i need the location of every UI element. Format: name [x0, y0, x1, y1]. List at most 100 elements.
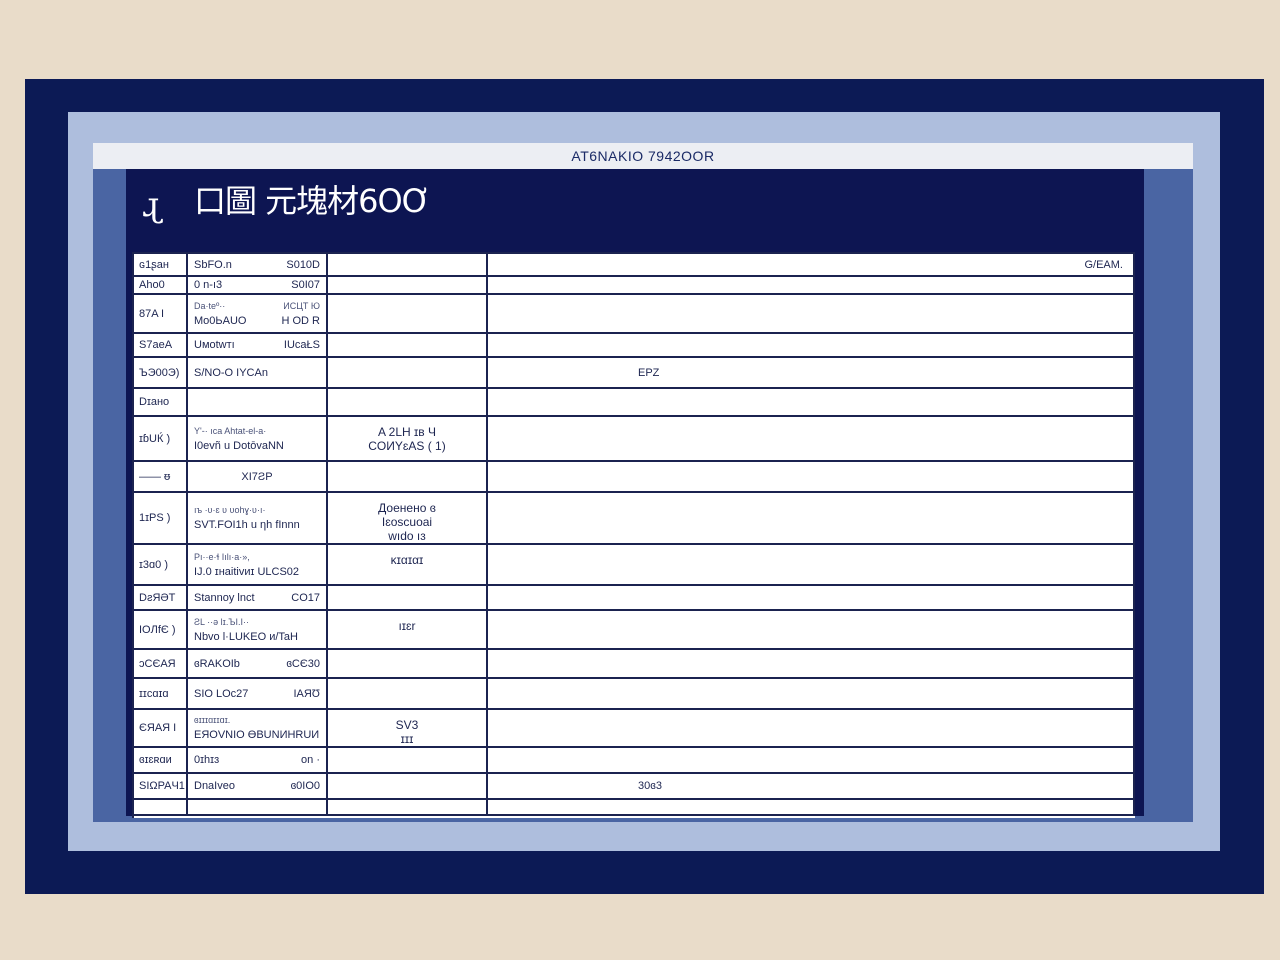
row-detail-caption: Da·teº··	[194, 300, 226, 311]
row-detail: ƧL ··ə lɪ.ЪI.I·· Nbvo l·LUKEO ᴎ/TaH	[188, 611, 328, 648]
row-detail: ɞɪɪɪɑɪɪɑɪ. ЕЯOVNIO ƟBUNИHRUИ	[188, 710, 328, 746]
row-detail-text: I0evñ u DotōvaNN	[194, 439, 284, 452]
table-row[interactable]: S7aeA Uмotwтı IUcaŁS	[134, 334, 1135, 358]
row-label: ɪ3ɑ0 )	[134, 545, 188, 584]
row-value	[488, 389, 1135, 415]
row-note	[328, 334, 488, 356]
table-row[interactable]: ɪɪcɑɪɑ SIO LOc27 IAЯƱ	[134, 679, 1135, 710]
table-row[interactable]: ɞɪɛʀɑи 0ɪhɪɜ on ·	[134, 748, 1135, 774]
row-value	[488, 417, 1135, 460]
table-row[interactable]: SIΩPAЧ1 DnaIveo ɞ0IO0 30ɞ3	[134, 774, 1135, 800]
row-detail-caption: Y'-· ıca Ahtat-el-a·	[194, 425, 267, 436]
row-detail-text: Nbvo l·LUKEO ᴎ/TaH	[194, 630, 298, 643]
row-value	[488, 679, 1135, 708]
row-value: 30ɞ3	[488, 774, 1135, 798]
row-detail-text: 0 n-ı3	[194, 279, 223, 291]
row-detail-value: S010D	[286, 258, 320, 271]
table-row[interactable]: —— ᵿ XI7ƧP	[134, 462, 1135, 493]
row-value	[488, 334, 1135, 356]
row-label: Dɪaнo	[134, 389, 188, 415]
table-row[interactable]: ɔCЄAЯ ɞRAKOIb ɞCЄ30	[134, 650, 1135, 679]
row-detail-text: 0ɪhɪɜ	[194, 754, 220, 766]
table-row[interactable]: ЄЯAЯ I ɞɪɪɪɑɪɪɑɪ. ЕЯOVNIO ƟBUNИHRUИ SV3 ɪɪɪ	[134, 710, 1135, 748]
row-note	[328, 774, 488, 798]
row-value	[488, 710, 1135, 746]
row-note: A 2LH ɪв Ч COИYɛAS ( 1)	[328, 417, 488, 460]
table-row[interactable]: ɪ3ɑ0 ) Pı··e·ɬ Iılı·a·», IJ.0 ɪнaitivиɪ U…	[134, 545, 1135, 586]
row-detail-value: on ·	[301, 754, 320, 766]
row-detail: XI7ƧP	[188, 462, 328, 491]
table-row[interactable]: ɪɓUЌ ) Y'-· ıca Ahtat-el-a· I0evñ u Dotōva…	[134, 417, 1135, 462]
row-detail: ıъ ·ʋ·ɛ ʋ ʋоhɣ·ʋ·ı· SVT.FOI1h u ƞh fInnn	[188, 493, 328, 543]
window-title: AT6NAKIO 7942OOR	[571, 148, 715, 164]
row-detail: Y'-· ıca Ahtat-el-a· I0evñ u DotōvaNN	[188, 417, 328, 460]
table-row[interactable]	[134, 800, 1135, 816]
row-detail	[188, 800, 328, 814]
table-row[interactable]: Aho0 0 n-ı3 S0I07	[134, 277, 1135, 295]
row-detail	[188, 389, 328, 415]
row-label: Aho0	[134, 277, 188, 293]
row-detail-text: ЕЯOVNIO ƟBUNИHRUИ	[194, 729, 320, 741]
row-note	[328, 586, 488, 609]
row-detail-value: S0I07	[291, 279, 320, 291]
row-detail-text: Uмotwтı	[194, 339, 235, 351]
row-detail: Pı··e·ɬ Iılı·a·», IJ.0 ɪнaitivиɪ ULCS02	[188, 545, 328, 584]
table-row[interactable]: IOЛfЄ ) ƧL ··ə lɪ.ЪI.I·· Nbvo l·LUKEO ᴎ/Ta…	[134, 611, 1135, 650]
row-detail-text: IJ.0 ɪнaitivиɪ ULCS02	[194, 565, 300, 578]
row-value	[488, 545, 1135, 584]
row-label: ɞɪɛʀɑи	[134, 748, 188, 772]
table-row[interactable]: 1ɪPS ) ıъ ·ʋ·ɛ ʋ ʋоhɣ·ʋ·ı· SVT.FOI1h u ƞh …	[134, 493, 1135, 545]
table-row[interactable]: DƨЯƏT Stannoy lnct СO17	[134, 586, 1135, 611]
row-detail-caption: Pı··e·ɬ Iılı·a·»,	[194, 551, 250, 562]
window-titlebar[interactable]: AT6NAKIO 7942OOR	[93, 143, 1193, 169]
row-detail: ɞRAKOIb ɞCЄ30	[188, 650, 328, 677]
table-row[interactable]: Dɪaнo	[134, 389, 1135, 417]
row-detail: DnaIveo ɞ0IO0	[188, 774, 328, 798]
row-label: ԍ1ʂан	[134, 254, 188, 275]
row-label: SIΩPAЧ1	[134, 774, 188, 798]
row-label: —— ᵿ	[134, 462, 188, 491]
row-label: S7aeA	[134, 334, 188, 356]
row-detail-text: SIO LOc27	[194, 687, 249, 700]
app-logo-icon: ɻ	[142, 185, 161, 225]
row-value	[488, 295, 1135, 332]
row-detail-value: СO17	[291, 591, 320, 604]
row-detail-text: S/NO-O IYCAn	[194, 366, 268, 379]
row-note	[328, 358, 488, 387]
row-detail-caption: ɞɪɪɪɑɪɪɑɪ.	[194, 715, 231, 725]
table-row[interactable]: 87A I Da·teº·· ИСЦТ Ю Mo0ЬAUO H OD R	[134, 295, 1135, 334]
row-detail-text: SVT.FOI1h u ƞh fInnn	[194, 519, 300, 531]
row-label	[134, 800, 188, 814]
row-value	[488, 493, 1135, 543]
row-label: ɔCЄAЯ	[134, 650, 188, 677]
data-table: ԍ1ʂан SbFO.n S010D G/EAM. Aho0 0 n-ı3 S0I07 87A…	[132, 252, 1135, 818]
row-note	[328, 389, 488, 415]
row-label: IOЛfЄ )	[134, 611, 188, 648]
table-row[interactable]: ЪЭ00Э) S/NO-O IYCAn EPZ	[134, 358, 1135, 389]
row-note	[328, 295, 488, 332]
row-label: ЪЭ00Э)	[134, 358, 188, 387]
row-detail-value: H OD R	[281, 314, 321, 327]
row-note	[328, 748, 488, 772]
row-note	[328, 650, 488, 677]
row-detail-caption: ƧL ··ə lɪ.ЪI.I··	[194, 616, 249, 627]
row-detail-text: DnaIveo	[194, 780, 235, 792]
row-detail: Da·teº·· ИСЦТ Ю Mo0ЬAUO H OD R	[188, 295, 328, 332]
row-value	[488, 462, 1135, 491]
row-detail: 0 n-ı3 S0I07	[188, 277, 328, 293]
row-detail: 0ɪhɪɜ on ·	[188, 748, 328, 772]
page-title: 口圖 元塊材6OƠ	[194, 182, 431, 220]
row-note	[328, 800, 488, 814]
row-note: κɪαɪαɪ	[328, 545, 488, 584]
row-label: DƨЯƏT	[134, 586, 188, 609]
row-detail: Stannoy lnct СO17	[188, 586, 328, 609]
row-detail-value: IAЯƱ	[293, 687, 320, 700]
row-note	[328, 462, 488, 491]
table-row[interactable]: ԍ1ʂан SbFO.n S010D G/EAM.	[134, 254, 1135, 277]
row-value: G/EAM.	[488, 254, 1135, 275]
row-note	[328, 254, 488, 275]
row-detail: SIO LOc27 IAЯƱ	[188, 679, 328, 708]
row-detail: SbFO.n S010D	[188, 254, 328, 275]
row-detail-text: ɞRAKOIb	[194, 657, 240, 670]
row-detail: S/NO-O IYCAn	[188, 358, 328, 387]
